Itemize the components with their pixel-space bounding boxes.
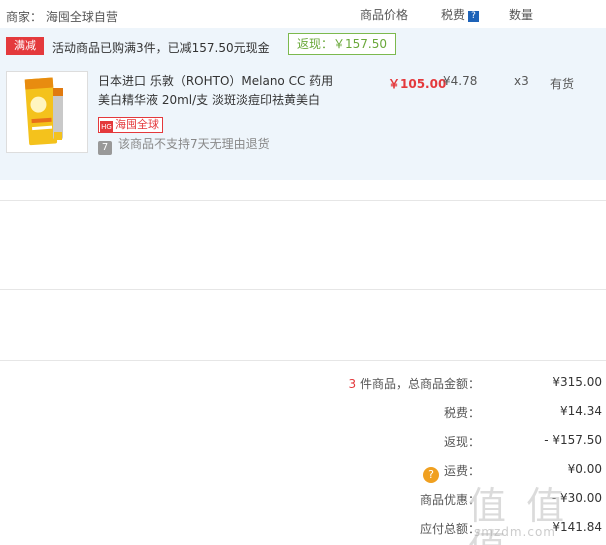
section-divider (0, 360, 606, 361)
item-price: ￥105.00 (388, 77, 447, 91)
promo-item-group: 满减 活动商品已购满3件，已减157.50元现金 返现：￥157.50 日本进口… (0, 28, 606, 180)
summary-total-text: 件商品，总商品金额： (356, 377, 480, 391)
summary-rebate-row: 返现： - ¥157.50 (0, 433, 606, 453)
watermark-domain: smzdm.com (474, 525, 556, 539)
summary-total-value: ¥315.00 (552, 375, 602, 389)
merchant-info: 商家： 海囤全球自营 (6, 8, 118, 25)
haitun-global-badge: HG 海囤全球 (98, 117, 163, 133)
summary-tax-row: 税费： ¥14.34 (0, 404, 606, 424)
summary-tax-label: 税费： (443, 406, 480, 420)
column-tax-label: 税费 (441, 8, 466, 22)
summary-rebate-value: - ¥157.50 (544, 433, 602, 447)
column-tax-header: 税费? (441, 6, 480, 23)
no-return-icon: 7 (98, 141, 112, 155)
stock-status: 有货 (550, 77, 575, 91)
rebate-badge: 返现：￥157.50 (288, 33, 396, 55)
merchant-name[interactable]: 海囤全球自营 (46, 10, 118, 24)
item-quantity: x3 (514, 74, 529, 88)
summary-tax-value: ¥14.34 (560, 404, 602, 418)
summary-total-row: 3 件商品，总商品金额： ¥315.00 (0, 375, 606, 395)
global-icon: HG (100, 121, 113, 133)
column-qty-header: 数量 (509, 8, 534, 22)
summary-shipping-label: ? 运费： (422, 462, 480, 483)
return-policy-text: 该商品不支持7天无理由退货 (118, 137, 270, 151)
summary-shipping-text: 运费： (443, 464, 480, 478)
promo-description: 活动商品已购满3件，已减157.50元现金 (52, 41, 270, 55)
merchant-label: 商家： (6, 10, 43, 24)
summary-rebate-label: 返现： (443, 435, 480, 449)
order-header: 商家： 海囤全球自营 商品价格 税费? 数量 (0, 0, 606, 28)
section-divider (0, 200, 606, 201)
site-watermark: 值 值 值 smzdm.com (450, 485, 600, 545)
product-image[interactable] (6, 71, 88, 153)
product-title-link[interactable]: 日本进口 乐敦（ROHTO）Melano CC 药用美白精华液 20ml/支 淡… (98, 72, 344, 110)
question-icon[interactable]: ? (468, 11, 480, 22)
return-policy-note: 7 该商品不支持7天无理由退货 (98, 135, 270, 155)
section-divider (0, 289, 606, 290)
promo-tag-badge: 满减 (6, 37, 44, 55)
summary-shipping-row: ? 运费： ¥0.00 (0, 462, 606, 483)
summary-total-label: 3 件商品，总商品金额： (349, 375, 480, 392)
shipping-help-icon[interactable]: ? (422, 467, 439, 483)
haitun-global-label: 海囤全球 (115, 118, 159, 131)
summary-shipping-value: ¥0.00 (567, 462, 602, 476)
product-package-illustration (7, 72, 87, 152)
column-price-header: 商品价格 (360, 8, 409, 22)
item-tax: ¥4.78 (443, 74, 478, 88)
